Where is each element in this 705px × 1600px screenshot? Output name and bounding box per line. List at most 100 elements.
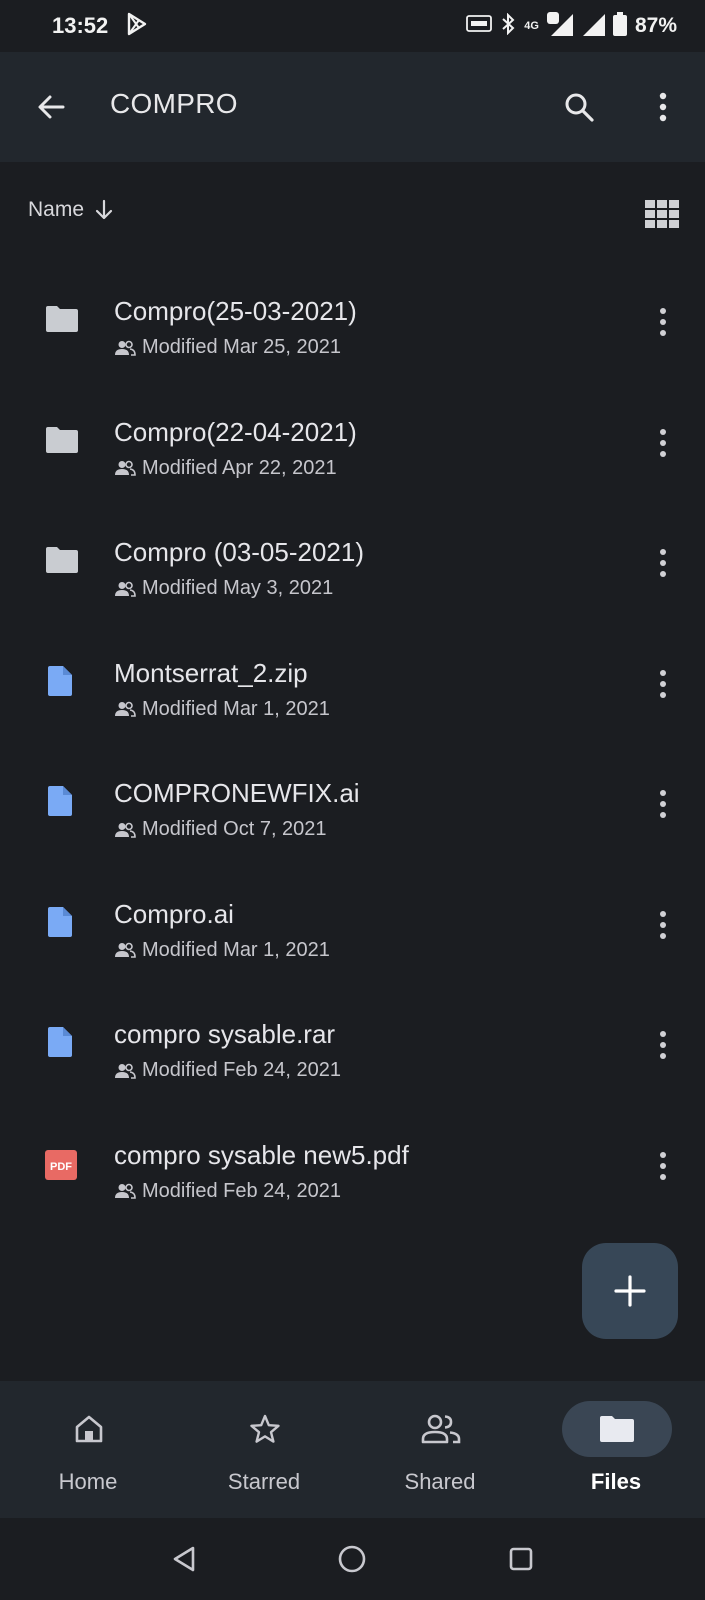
status-time: 13:52 xyxy=(52,13,109,38)
item-more-button[interactable] xyxy=(648,425,678,461)
file-meta: Modified Apr 22, 2021 xyxy=(114,457,337,480)
file-name: compro sysable.rar xyxy=(114,1019,336,1049)
shared-people-icon xyxy=(115,340,136,356)
system-recents-button[interactable] xyxy=(501,1539,541,1579)
search-icon xyxy=(565,93,594,122)
nav-starred-pill xyxy=(210,1401,320,1457)
item-more-button[interactable] xyxy=(648,1027,678,1063)
modified-date: Modified Mar 25, 2021 xyxy=(142,336,342,358)
list-item[interactable]: Compro(22-04-2021) Modified Apr 22, 2021 xyxy=(0,375,705,496)
item-more-button[interactable] xyxy=(648,545,678,581)
sort-label: Name xyxy=(28,198,85,221)
shared-people-icon xyxy=(115,942,136,958)
status-right: 4G 87% xyxy=(466,11,677,41)
nav-files-pill xyxy=(562,1401,672,1457)
status-left: 13:52 xyxy=(52,12,148,41)
more-vert-icon xyxy=(660,308,666,336)
page-title: COMPRO xyxy=(110,88,238,119)
folder-icon xyxy=(600,1416,634,1442)
system-back-button[interactable] xyxy=(164,1539,204,1579)
status-bar: 13:52 4G 87% xyxy=(0,0,705,52)
file-meta: Modified Oct 7, 2021 xyxy=(114,818,327,841)
shared-people-icon xyxy=(115,822,136,838)
auto-hz-icon xyxy=(466,13,493,40)
app-bar: COMPRO xyxy=(0,52,705,162)
folder-icon xyxy=(44,426,80,458)
item-more-button[interactable] xyxy=(648,786,678,822)
modified-date: Modified Mar 1, 2021 xyxy=(142,697,330,720)
nav-home-label: Home xyxy=(58,1469,118,1494)
system-home-button[interactable] xyxy=(332,1539,372,1579)
file-meta: Modified Feb 24, 2021 xyxy=(114,1059,341,1082)
file-meta: Modified Mar 25, 2021 xyxy=(114,336,341,359)
item-more-button[interactable] xyxy=(648,304,678,340)
system-navigation-bar xyxy=(0,1518,705,1600)
nav-home[interactable]: Home xyxy=(0,1381,176,1518)
folder-icon xyxy=(44,305,80,337)
file-meta: Modified May 3, 2021 xyxy=(114,577,333,600)
list-item[interactable]: Compro (03-05-2021) Modified May 3, 2021 xyxy=(0,495,705,616)
modified-date: Modified Apr 22, 2021 xyxy=(142,456,337,479)
file-name: Compro.ai xyxy=(114,898,234,929)
item-more-button[interactable] xyxy=(648,907,678,943)
file-meta: Modified Mar 1, 2021 xyxy=(114,939,330,962)
nav-starred[interactable]: Starred xyxy=(176,1381,352,1518)
bottom-navigation: Home Starred Shared Files xyxy=(0,1381,705,1518)
list-item[interactable]: Montserrat_2.zip Modified Mar 1, 2021 xyxy=(0,616,705,737)
modified-date: Modified May 3, 2021 xyxy=(142,577,334,599)
list-item[interactable]: COMPRONEWFIX.ai Modified Oct 7, 2021 xyxy=(0,736,705,857)
nav-shared-pill xyxy=(386,1401,496,1457)
more-options-button[interactable] xyxy=(640,84,686,130)
shared-people-icon xyxy=(115,1063,136,1079)
bluetooth-icon xyxy=(500,12,516,40)
shared-people-icon xyxy=(115,460,136,476)
more-vert-icon xyxy=(660,428,666,457)
file-meta: Modified Feb 24, 2021 xyxy=(114,1180,341,1203)
item-more-button[interactable] xyxy=(648,1148,678,1184)
shared-people-icon xyxy=(115,701,136,717)
list-item[interactable]: compro sysable.rar Modified Feb 24, 2021 xyxy=(0,977,705,1098)
home-icon xyxy=(75,1415,103,1443)
file-name: COMPRONEWFIX.ai xyxy=(114,778,360,808)
more-vert-icon xyxy=(660,790,666,818)
shared-people-icon xyxy=(115,581,136,597)
more-vert-icon xyxy=(660,1151,666,1180)
circle-home-icon xyxy=(339,1545,366,1573)
signal-sim1-icon xyxy=(546,11,573,41)
sort-button[interactable]: Name xyxy=(28,198,114,222)
list-item[interactable]: Compro.ai Modified Mar 1, 2021 xyxy=(0,857,705,978)
triangle-back-icon xyxy=(173,1546,195,1572)
new-item-fab[interactable] xyxy=(582,1243,678,1339)
grid-view-button[interactable] xyxy=(645,200,681,232)
more-vert-icon xyxy=(660,910,666,939)
modified-date: Modified Feb 24, 2021 xyxy=(142,1179,342,1202)
list-item[interactable]: PDF compro sysable new5.pdf Modified Feb… xyxy=(0,1098,705,1219)
file-name: Compro (03-05-2021) xyxy=(114,537,365,567)
document-icon xyxy=(44,1027,80,1060)
grid-view-icon xyxy=(645,200,679,228)
square-recents-icon xyxy=(509,1547,533,1571)
list-item[interactable]: Compro(25-03-2021) Modified Mar 25, 2021 xyxy=(0,254,705,375)
more-vert-icon xyxy=(659,92,667,122)
nav-shared[interactable]: Shared xyxy=(352,1381,528,1518)
more-vert-icon xyxy=(660,549,666,577)
file-list: Compro(25-03-2021) Modified Mar 25, 2021… xyxy=(0,254,705,1218)
modified-date: Modified Feb 24, 2021 xyxy=(142,1059,342,1081)
play-store-icon xyxy=(126,12,148,41)
nav-home-pill xyxy=(34,1401,144,1457)
file-meta: Modified Mar 1, 2021 xyxy=(114,698,330,721)
nav-files[interactable]: Files xyxy=(528,1381,704,1518)
arrow-down-icon xyxy=(95,199,113,220)
more-vert-icon xyxy=(660,669,666,698)
document-icon xyxy=(44,906,80,940)
search-button[interactable] xyxy=(556,84,602,130)
back-arrow-icon xyxy=(38,95,65,119)
file-name: compro sysable new5.pdf xyxy=(114,1139,409,1170)
shared-people-icon xyxy=(421,1414,461,1444)
back-button[interactable] xyxy=(28,84,74,130)
item-more-button[interactable] xyxy=(648,666,678,702)
document-icon xyxy=(44,665,80,699)
modified-date: Modified Mar 1, 2021 xyxy=(142,938,330,961)
modified-date: Modified Oct 7, 2021 xyxy=(142,818,327,840)
star-icon xyxy=(250,1414,280,1443)
